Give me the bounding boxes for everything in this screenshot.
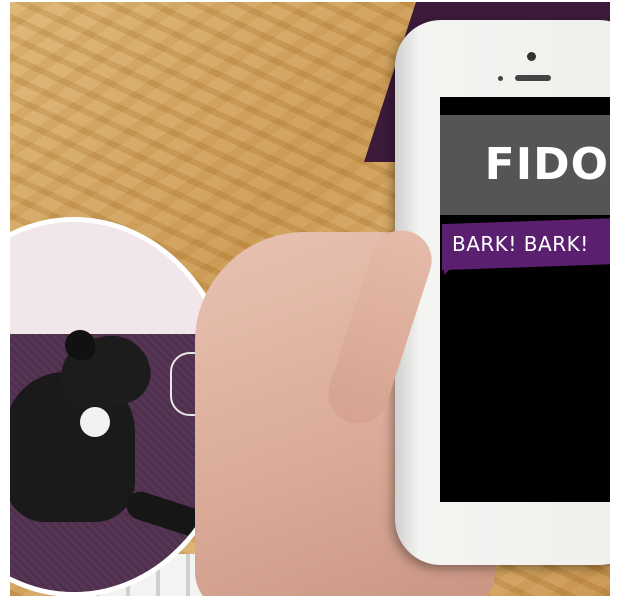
dog-chest-patch	[80, 407, 110, 437]
speaker-grille	[515, 75, 551, 81]
message-text: BARK! BARK!	[452, 232, 589, 256]
photo-background: FIDO BARK! BARK!	[10, 2, 610, 596]
phone-screen: FIDO BARK! BARK!	[440, 97, 610, 502]
front-camera-icon	[527, 52, 536, 61]
dog-ear	[65, 330, 95, 360]
bubble-tail	[444, 261, 458, 275]
sensor-dot	[498, 76, 503, 81]
app-title: FIDO	[484, 139, 609, 190]
